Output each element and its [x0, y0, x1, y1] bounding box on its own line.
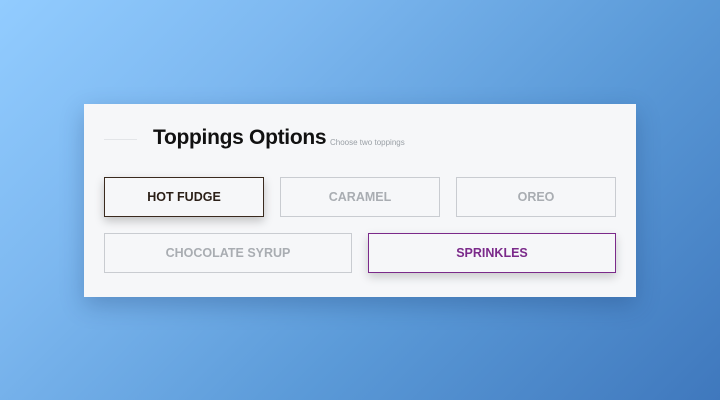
topping-option-label: HOT FUDGE [147, 190, 221, 204]
topping-option-caramel[interactable]: CARAMEL [280, 177, 440, 217]
topping-option-label: CHOCOLATE SYRUP [165, 246, 291, 260]
panel-subtitle: Choose two toppings [330, 138, 405, 147]
topping-option-hot-fudge[interactable]: HOT FUDGE [104, 177, 264, 217]
topping-option-sprinkles[interactable]: SPRINKLES [368, 233, 616, 273]
toppings-panel: Toppings Options Choose two toppings HOT… [84, 104, 636, 297]
topping-option-label: SPRINKLES [456, 246, 528, 260]
header-divider [104, 139, 137, 140]
topping-option-chocolate-syrup[interactable]: CHOCOLATE SYRUP [104, 233, 352, 273]
panel-title: Toppings Options [153, 126, 327, 149]
topping-option-label: CARAMEL [328, 190, 392, 204]
topping-option-label: OREO [517, 190, 555, 204]
topping-option-oreo[interactable]: OREO [456, 177, 616, 217]
